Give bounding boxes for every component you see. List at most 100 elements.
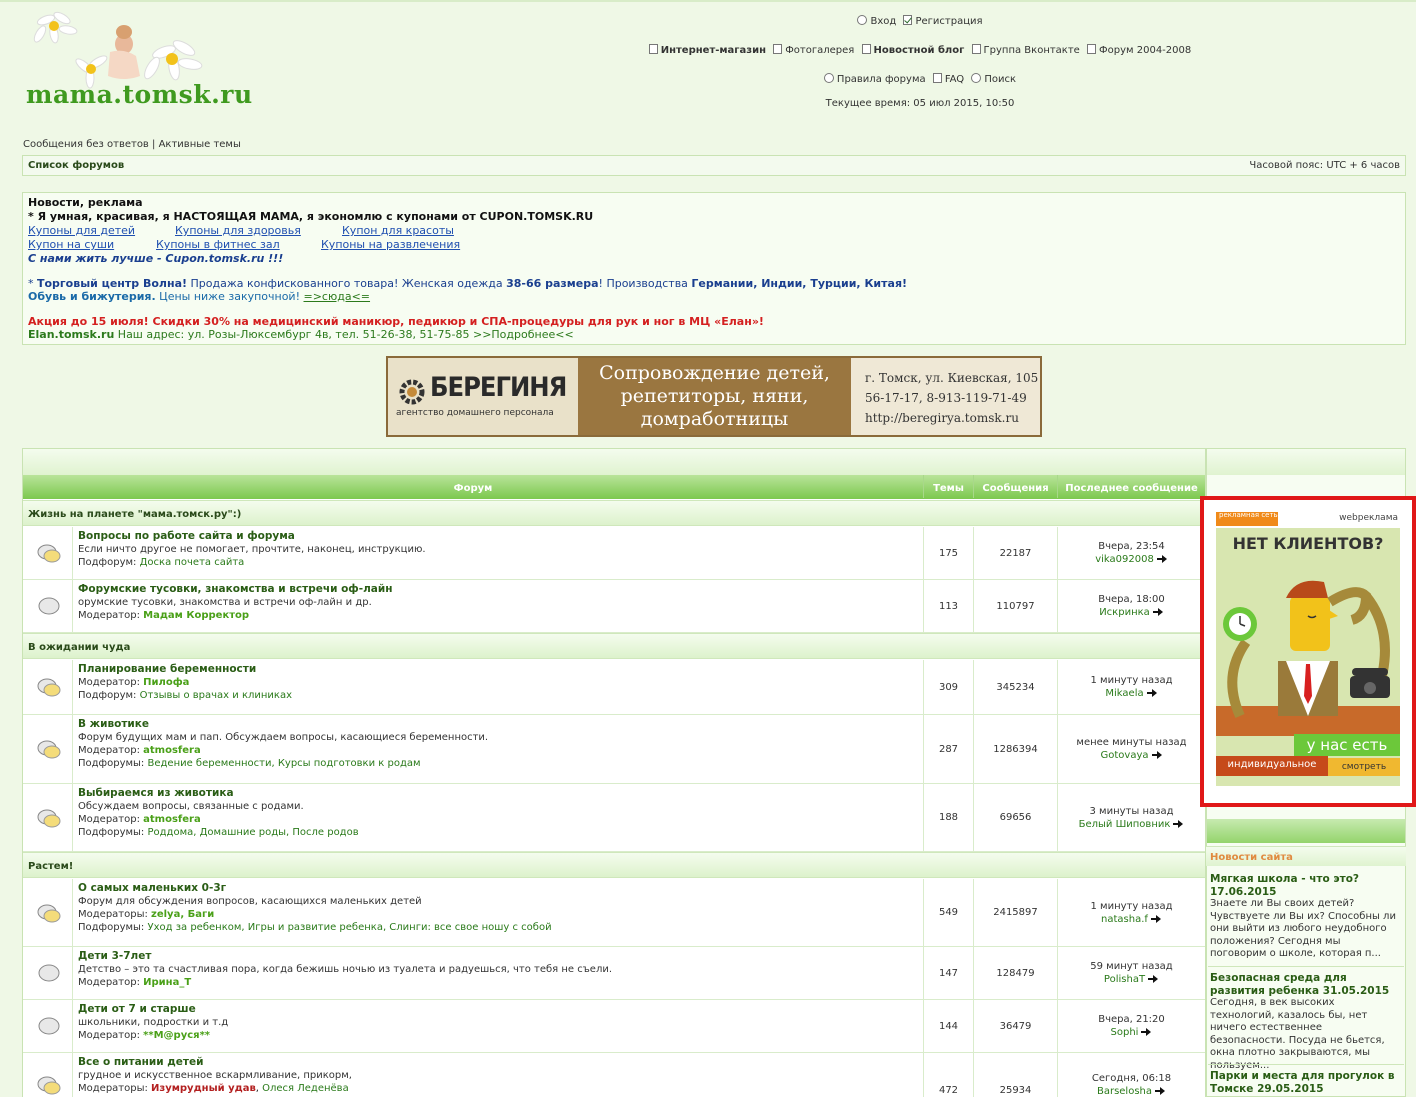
moderator-link[interactable]: atmosfera	[143, 745, 201, 756]
gallery-link[interactable]: Фотогалерея	[773, 44, 854, 56]
elan-promo: Акция до 15 июля! Скидки 30% на медицинс…	[28, 315, 764, 328]
table-top-bar	[23, 449, 1205, 475]
moderator-link[interactable]: Пилофа	[143, 677, 189, 688]
goto-post-icon[interactable]	[1156, 555, 1168, 563]
goto-post-icon[interactable]	[1146, 689, 1158, 697]
coupon-sushi-link[interactable]: Купон на суши	[28, 238, 114, 252]
subforum-link[interactable]: Отзывы о врачах и клиниках	[140, 690, 292, 701]
moderator-link[interactable]: Олеся Леденёва	[262, 1083, 349, 1094]
forum-title[interactable]: Вопросы по работе сайта и форума	[78, 530, 918, 543]
goto-post-icon[interactable]	[1173, 819, 1184, 828]
last-post-user[interactable]: Gotovaya	[1101, 750, 1149, 761]
category-life[interactable]: Жизнь на планете "мама.томск.ру":)	[23, 500, 1205, 526]
category-waiting[interactable]: В ожидании чуда	[23, 633, 1205, 659]
subforum-link[interactable]: Роддома, Домашние роды, После родов	[147, 827, 358, 838]
forum-title[interactable]: О самых маленьких 0-3г	[78, 882, 918, 895]
unanswered-posts-link[interactable]: Сообщения без ответов	[23, 139, 149, 150]
moderator-link[interactable]: Изумрудный удав	[151, 1083, 256, 1094]
last-post-user[interactable]: Искринка	[1099, 607, 1150, 618]
coupon-fun-link[interactable]: Купоны на развлечения	[321, 238, 460, 252]
site-name[interactable]: mama.tomsk.ru	[26, 80, 253, 109]
forum-new-icon	[37, 809, 61, 828]
volna-here-link[interactable]: =>сюда<=	[304, 290, 371, 303]
forum-title[interactable]: Дети от 7 и старше	[78, 1003, 918, 1016]
forum-title[interactable]: В животике	[78, 718, 918, 731]
moderator-link[interactable]: zelya, Баги	[151, 909, 214, 920]
last-post-user[interactable]: vika092008	[1095, 554, 1154, 565]
register-link[interactable]: Регистрация	[903, 15, 983, 27]
moderator-link[interactable]: **М@руся**	[143, 1030, 210, 1041]
forum-row[interactable]: Выбираемся из животика Обсуждаем вопросы…	[23, 784, 1205, 852]
coupon-kids-link[interactable]: Купоны для детей	[28, 224, 135, 238]
info-icon	[823, 73, 834, 83]
volna-promo-2: Обувь и бижутерия. Цены ниже закупочной!…	[28, 290, 371, 303]
subforum-link[interactable]: Уход за ребенком, Игры и развитие ребенк…	[147, 922, 551, 933]
goto-post-icon[interactable]	[1141, 1028, 1152, 1036]
subforum-link[interactable]: Доска почета сайта	[140, 557, 245, 568]
forum-title[interactable]: Форумские тусовки, знакомства и встречи …	[78, 583, 918, 596]
site-news-title[interactable]: Безопасная среда для развития ребенка 31…	[1210, 972, 1400, 997]
old-forum-link[interactable]: Форум 2004-2008	[1087, 44, 1191, 56]
moderator-link[interactable]: atmosfera	[143, 814, 201, 825]
forum-row[interactable]: Дети от 7 и старше школьники, подростки …	[23, 1000, 1205, 1053]
faq-link[interactable]: FAQ	[932, 73, 964, 85]
goto-post-icon[interactable]	[1152, 608, 1164, 616]
elan-site-link[interactable]: Elan.tomsk.ru	[28, 328, 114, 341]
site-news-title[interactable]: Мягкая школа - что это? 17.06.2015	[1210, 873, 1400, 898]
forum-row[interactable]: Дети 3-7лет Детство – это та счастливая …	[23, 947, 1205, 1000]
goto-post-icon[interactable]	[1150, 914, 1162, 923]
last-post-user[interactable]: Sophi	[1111, 1027, 1139, 1038]
forum-title[interactable]: Выбираемся из животика	[78, 787, 918, 800]
forum-title[interactable]: Все о питании детей	[78, 1056, 918, 1069]
login-link[interactable]: Вход	[857, 15, 896, 27]
last-post-user[interactable]: Barselosha	[1097, 1086, 1152, 1097]
last-post-user[interactable]: Mikaela	[1105, 688, 1143, 699]
beregynia-banner[interactable]: БЕРЕГИНЯ агентство домашнего персонала С…	[386, 356, 1042, 437]
search-link[interactable]: Поиск	[971, 73, 1016, 85]
timezone-label: Часовой пояс: UTC + 6 часов	[1249, 160, 1400, 171]
page-icon	[648, 44, 658, 54]
site-news-title[interactable]: Парки и места для прогулок в Томске 29.0…	[1210, 1070, 1400, 1095]
forum-title[interactable]: Планирование беременности	[78, 663, 918, 676]
coupon-beauty-link[interactable]: Купон для красоты	[342, 224, 454, 238]
webreklama-ad[interactable]: рекламная сеть webреклама НЕТ КЛИЕНТОВ? …	[1216, 508, 1400, 786]
breadcrumb-forum-index[interactable]: Список форумов	[28, 160, 124, 171]
site-news-item[interactable]: Мягкая школа - что это? 17.06.2015 Знает…	[1210, 873, 1400, 961]
goto-post-icon[interactable]	[1151, 751, 1163, 759]
topics-count: 175	[923, 527, 973, 579]
moderator-link[interactable]: Ирина_Т	[143, 977, 191, 988]
forum-row[interactable]: Форумские тусовки, знакомства и встречи …	[23, 580, 1205, 633]
cupon-slogan-link[interactable]: С нами жить лучше - Cupon.tomsk.ru !!!	[28, 252, 283, 266]
forum-desc: Форум для обсуждения вопросов, касающихс…	[78, 896, 422, 907]
forum-title[interactable]: Дети 3-7лет	[78, 950, 918, 963]
active-topics-link[interactable]: Активные темы	[159, 139, 241, 150]
shop-link[interactable]: Интернет-магазин	[648, 44, 766, 56]
forum-row[interactable]: О самых маленьких 0-3г Форум для обсужде…	[23, 879, 1205, 947]
site-news-item[interactable]: Парки и места для прогулок в Томске 29.0…	[1210, 1070, 1400, 1095]
coupon-health-link[interactable]: Купоны для здоровья	[175, 224, 301, 238]
quick-links: Сообщения без ответов | Активные темы	[23, 139, 241, 150]
goto-post-icon[interactable]	[1155, 1087, 1166, 1095]
blog-link[interactable]: Новостной блог	[861, 44, 964, 56]
goto-post-icon[interactable]	[1148, 975, 1159, 983]
moderator-link[interactable]: Мадам Корректор	[143, 610, 249, 621]
table-header: Форум Темы Сообщения Последнее сообщение	[23, 475, 1205, 499]
coupon-fitness-link[interactable]: Купоны в фитнес зал	[156, 238, 280, 252]
banner-brand: БЕРЕГИНЯ	[430, 372, 567, 403]
site-news-item[interactable]: Безопасная среда для развития ребенка 31…	[1210, 972, 1400, 1072]
forum-row[interactable]: В животике Форум будущих мам и пап. Обсу…	[23, 715, 1205, 784]
ad-look-button[interactable]: смотреть	[1328, 758, 1400, 776]
last-post-user[interactable]: PolishaT	[1104, 974, 1145, 985]
vk-group-link[interactable]: Группа Вконтакте	[971, 44, 1080, 56]
forum-desc: орумские тусовки, знакомства и встречи о…	[78, 597, 372, 608]
site-news-text: Знаете ли Вы своих детей? Чувствуете ли …	[1210, 898, 1396, 959]
subforum-link[interactable]: Ведение беременности, Курсы подготовки к…	[147, 758, 420, 769]
last-post-user[interactable]: natasha.f	[1101, 914, 1148, 925]
rules-link[interactable]: Правила форума	[823, 73, 926, 85]
page-icon	[773, 44, 783, 54]
forum-row[interactable]: Вопросы по работе сайта и форума Если ни…	[23, 527, 1205, 580]
forum-row[interactable]: Планирование беременности Модератор: Пил…	[23, 660, 1205, 715]
last-post-user[interactable]: Белый Шиповник	[1079, 819, 1171, 830]
category-growing[interactable]: Растем!	[23, 852, 1205, 878]
forum-row[interactable]: Все о питании детей грудное и искусствен…	[23, 1053, 1205, 1097]
